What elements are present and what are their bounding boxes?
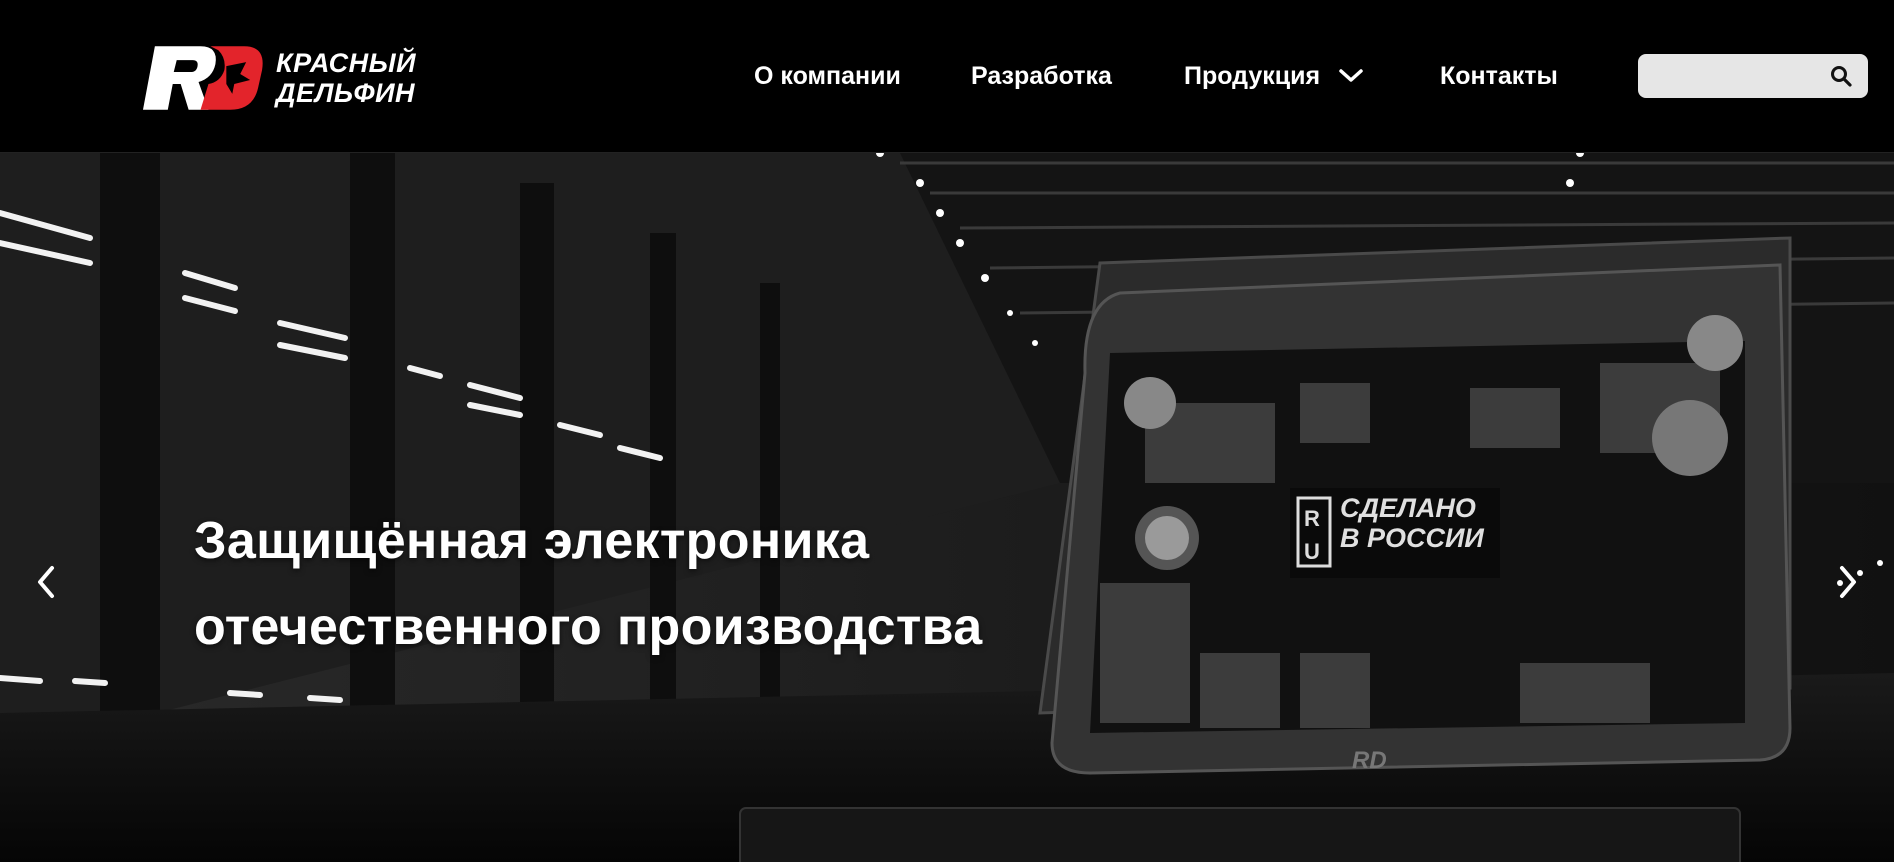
search-input[interactable]	[1652, 54, 1826, 100]
screen-badge-line2: В РОССИИ	[1340, 523, 1484, 553]
rd-logo-icon	[142, 46, 263, 110]
laptop-logo: RD	[1352, 747, 1387, 774]
screen-badge-line1: СДЕЛАНО	[1340, 493, 1476, 523]
chevron-left-icon[interactable]	[28, 560, 64, 604]
nav-contacts[interactable]: Контакты	[1440, 56, 1558, 96]
nav-about[interactable]: О компании	[754, 56, 901, 96]
chevron-right-icon[interactable]	[1830, 560, 1866, 604]
badge-mark-u: U	[1304, 539, 1320, 564]
site-header: КРАСНЫЙ ДЕЛЬФИН О компании Разработка Пр…	[0, 0, 1894, 153]
screen-badge: СДЕЛАНО В РОССИИ	[1340, 493, 1484, 553]
hero-title-line1: Защищённая электроника	[194, 512, 870, 570]
hero-slider: R U RD СДЕЛАНО В РОССИИ Защищённая элект…	[0, 153, 1894, 862]
nav-products[interactable]: Продукция	[1184, 56, 1364, 96]
logo-wordmark: КРАСНЫЙ ДЕЛЬФИН	[276, 48, 416, 108]
hero-title-line2: отечественного производства	[194, 598, 983, 656]
badge-mark-r: R	[1304, 506, 1320, 531]
search-icon[interactable]	[1830, 65, 1852, 87]
hero-title: Защищённая электроника отечественного пр…	[194, 498, 982, 670]
nav-development[interactable]: Разработка	[971, 56, 1112, 96]
nav-products-label: Продукция	[1184, 61, 1321, 90]
brand-logo[interactable]: КРАСНЫЙ ДЕЛЬФИН	[141, 42, 416, 114]
chevron-down-icon[interactable]	[1338, 68, 1364, 84]
logo-text-line1: КРАСНЫЙ	[276, 48, 416, 78]
logo-text-line2: ДЕЛЬФИН	[276, 78, 416, 108]
search-box	[1638, 54, 1868, 100]
